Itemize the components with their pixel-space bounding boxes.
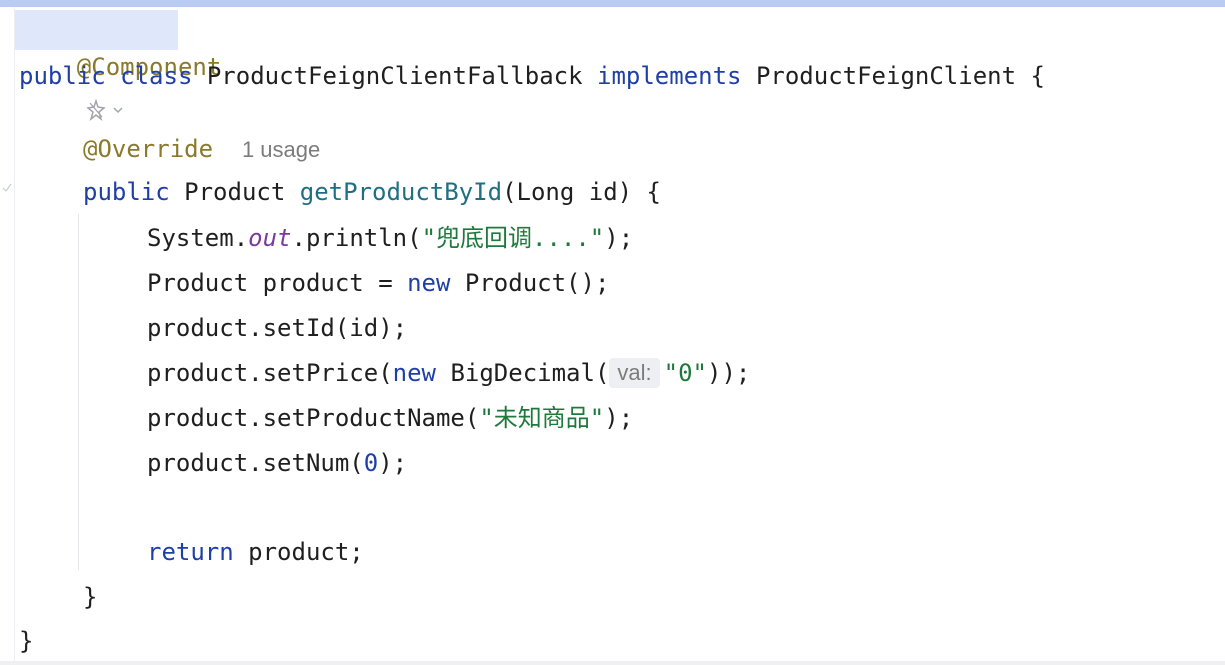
string-literal: "兜底回调...." — [421, 224, 605, 252]
chevron-down-icon — [113, 107, 123, 114]
code-line-14: } — [83, 579, 97, 615]
code-text: product.setProductName( — [147, 404, 480, 432]
code-line-1: @Component — [19, 13, 222, 81]
ai-assistant-button[interactable] — [84, 98, 130, 122]
close-brace: } — [83, 583, 98, 611]
usages-hint[interactable]: 1 usage — [242, 137, 320, 162]
code-line-9: product.setPrice(new BigDecimal(val: "0")… — [147, 355, 750, 391]
gutter-fold-marker-icon[interactable] — [2, 182, 12, 192]
number-literal: 0 — [363, 449, 379, 477]
code-line-4: @Override 1 usage — [83, 131, 320, 167]
static-field: out — [248, 224, 292, 252]
interface-name: ProductFeignClient — [755, 62, 1017, 90]
code-text: product; — [233, 538, 364, 566]
code-text: Product(); — [450, 269, 610, 297]
code-text: product.setNum( — [147, 449, 364, 477]
code-line-2: public class ProductFeignClientFallback … — [19, 58, 1045, 94]
code-text: )); — [707, 359, 751, 387]
code-text: System. — [147, 224, 249, 252]
code-line-5: public Product getProductById(Long id) { — [83, 174, 661, 210]
code-line-7: Product product = new Product(); — [147, 265, 609, 301]
keyword: public — [83, 178, 170, 206]
code-editor[interactable]: @Component public class ProductFeignClie… — [0, 0, 1225, 665]
class-name: ProductFeignClientFallback — [206, 62, 583, 90]
parameter-hint: val: — [609, 358, 660, 388]
keyword: implements — [597, 62, 742, 90]
string-literal: "0" — [663, 359, 707, 387]
code-text: ); — [378, 449, 408, 477]
code-text: BigDecimal( — [436, 359, 610, 387]
indent-guide — [78, 214, 79, 570]
keyword: return — [147, 538, 234, 566]
string-literal: "未知商品" — [479, 404, 605, 432]
code-text: product.setPrice( — [147, 359, 393, 387]
keyword: new — [392, 359, 436, 387]
code-line-8: product.setId(id); — [147, 310, 407, 346]
code-text: Product product = — [147, 269, 408, 297]
code-line-6: System.out.println("兜底回调...."); — [147, 220, 633, 256]
keyword: class — [120, 62, 193, 90]
keyword: public — [19, 62, 106, 90]
code-text: ); — [604, 224, 634, 252]
code-line-13: return product; — [147, 534, 364, 570]
close-brace: } — [19, 627, 34, 655]
keyword: new — [407, 269, 451, 297]
code-text: ); — [604, 404, 634, 432]
code-line-15: } — [19, 623, 33, 659]
code-line-11: product.setNum(0); — [147, 445, 407, 481]
code-text: product.setId(id); — [147, 314, 408, 342]
code-line-10: product.setProductName("未知商品"); — [147, 400, 633, 436]
method-params: (Long id) { — [502, 178, 662, 206]
method-name: getProductById — [299, 178, 503, 206]
return-type: Product — [184, 178, 286, 206]
ai-assistant-icon — [86, 99, 106, 121]
override-annotation: @Override — [83, 135, 214, 163]
open-brace: { — [1030, 62, 1045, 90]
code-text: .println( — [291, 224, 422, 252]
